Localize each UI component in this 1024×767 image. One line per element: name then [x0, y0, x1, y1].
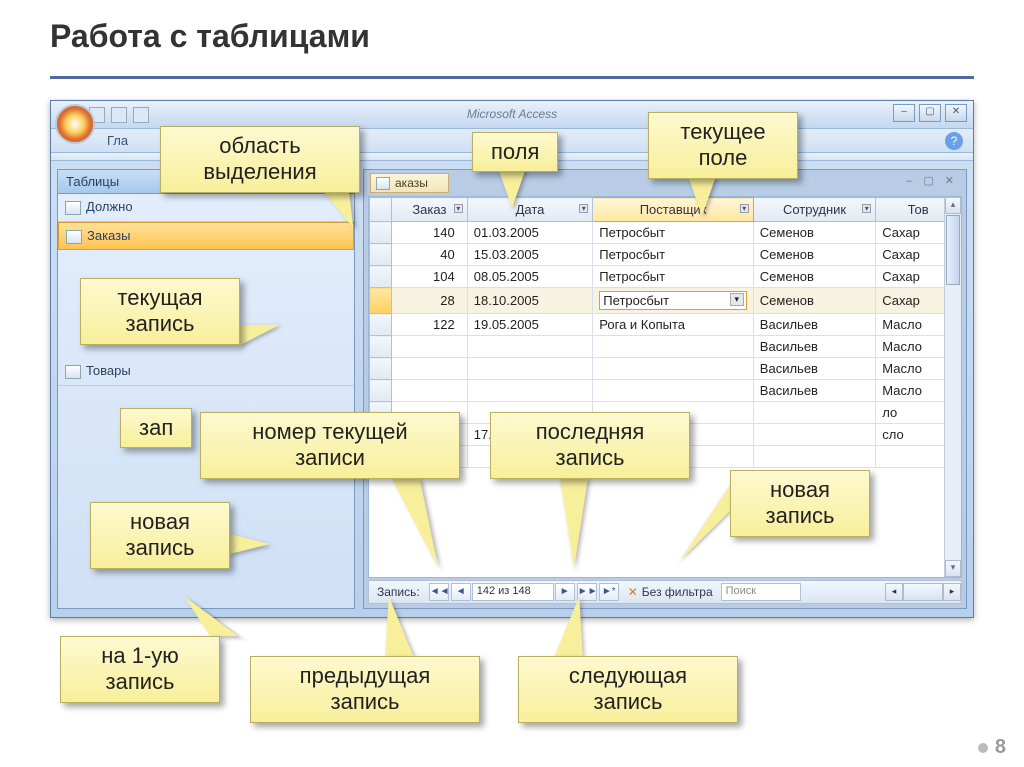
slide-rule [50, 76, 974, 79]
callout-prev-record: предыдущая запись [250, 656, 480, 723]
nav-item-products[interactable]: Товары [58, 358, 354, 386]
scroll-right-icon[interactable]: ▸ [943, 583, 961, 601]
funnel-icon: ✕ [628, 585, 638, 599]
window-buttons: – ▢ ✕ [893, 104, 967, 122]
page-bullet [978, 743, 988, 753]
record-navigator: Запись: ◄◄ ◄ 142 из 148 ► ►► ►* ✕ Без фи… [368, 580, 962, 604]
new-record-button[interactable]: ►* [599, 583, 619, 601]
table-row[interactable]: 14001.03.2005ПетросбытСеменовСахар [370, 222, 961, 244]
callout-zap: зап [120, 408, 192, 448]
minimize-button[interactable]: – [893, 104, 915, 122]
callout-new-record-right: новая запись [730, 470, 870, 537]
close-button[interactable]: ✕ [945, 104, 967, 122]
app-title: Microsoft Access [467, 107, 557, 121]
search-input[interactable]: Поиск [721, 583, 801, 601]
chevron-down-icon[interactable]: ▾ [454, 204, 463, 213]
chevron-down-icon[interactable]: ▾ [579, 204, 588, 213]
scroll-down-icon[interactable]: ▾ [945, 560, 961, 577]
table-row[interactable]: ВасильевМасло [370, 380, 961, 402]
callout-last-record: последняя запись [490, 412, 690, 479]
office-button[interactable] [55, 104, 95, 144]
chevron-down-icon[interactable]: ▾ [862, 204, 871, 213]
callout-current-number: номер текущей записи [200, 412, 460, 479]
filter-indicator[interactable]: ✕ Без фильтра [628, 585, 713, 599]
horizontal-scroll[interactable]: ◂ ▸ [885, 583, 961, 601]
table-row[interactable]: ВасильевМасло [370, 358, 961, 380]
scroll-up-icon[interactable]: ▴ [945, 197, 961, 214]
table-row[interactable]: 4015.03.2005ПетросбытСеменовСахар [370, 244, 961, 266]
record-counter[interactable]: 142 из 148 [472, 583, 554, 601]
callout-current-record: текущая запись [80, 278, 240, 345]
col-employee[interactable]: Сотрудник▾ [753, 198, 875, 222]
maximize-button[interactable]: ▢ [919, 104, 941, 122]
ribbon-tab-home[interactable]: Гла [107, 133, 128, 148]
quick-access-toolbar [89, 107, 149, 123]
table-row[interactable]: 12219.05.2005Рога и КопытаВасильевМасло [370, 314, 961, 336]
col-date[interactable]: Дата▾ [467, 198, 593, 222]
vertical-scrollbar[interactable]: ▴ ▾ [944, 197, 961, 577]
table-row[interactable]: ВасильевМасло [370, 336, 961, 358]
callout-selection-area: область выделения [160, 126, 360, 193]
nav-item-orders[interactable]: Заказы [58, 222, 354, 250]
help-icon[interactable]: ? [945, 132, 963, 150]
page-number: 8 [995, 736, 1006, 759]
callout-next-record: следующая запись [518, 656, 738, 723]
qat-redo-icon[interactable] [133, 107, 149, 123]
mdi-window-buttons[interactable]: – ▢ ✕ [906, 174, 958, 187]
callout-current-field: текущее поле [648, 112, 798, 179]
hscroll-thumb[interactable] [903, 583, 943, 601]
nav-item-positions[interactable]: Должно [58, 194, 354, 222]
col-supplier[interactable]: Поставщик▾ [593, 198, 754, 222]
doc-tab-orders[interactable]: аказы [370, 173, 449, 193]
callout-first-record: на 1-ую запись [60, 636, 220, 703]
scroll-left-icon[interactable]: ◂ [885, 583, 903, 601]
titlebar: Microsoft Access – ▢ ✕ [51, 101, 973, 129]
supplier-combo[interactable]: Петросбыт [599, 291, 747, 310]
slide-title: Работа с таблицами [50, 18, 370, 55]
table-row-current[interactable]: 2818.10.2005ПетросбытСеменовСахар [370, 288, 961, 314]
select-all-corner[interactable] [370, 198, 392, 222]
qat-undo-icon[interactable] [111, 107, 127, 123]
table-row[interactable]: 10408.05.2005ПетросбытСеменовСахар [370, 266, 961, 288]
col-order[interactable]: Заказ▾ [392, 198, 468, 222]
scroll-thumb[interactable] [946, 215, 960, 285]
prev-record-button[interactable]: ◄ [451, 583, 471, 601]
callout-new-record-left: новая запись [90, 502, 230, 569]
datasheet: Заказ▾ Дата▾ Поставщик▾ Сотрудник▾ Тов 1… [368, 196, 962, 578]
first-record-button[interactable]: ◄◄ [429, 583, 449, 601]
chevron-down-icon[interactable]: ▾ [740, 204, 749, 213]
callout-fields: поля [472, 132, 558, 172]
document-area: аказы – ▢ ✕ Заказ▾ Дата▾ Поставщик▾ Сотр… [363, 169, 967, 609]
